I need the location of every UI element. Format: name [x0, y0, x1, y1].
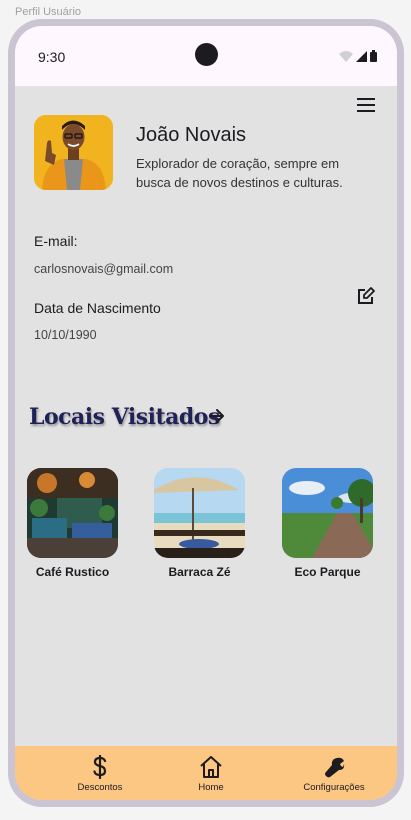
- section-title-visited: Locais Visitados: [29, 404, 220, 430]
- home-icon: [200, 756, 222, 778]
- birth-date-value: 10/10/1990: [34, 328, 97, 342]
- nav-item-configuracoes[interactable]: Configurações: [289, 754, 379, 793]
- bottom-nav: Descontos Home Configurações: [15, 746, 397, 800]
- nav-label: Descontos: [77, 782, 123, 793]
- avatar-image: [34, 115, 113, 190]
- edit-button[interactable]: [356, 287, 375, 306]
- place-image: [27, 468, 118, 558]
- status-bar: 9:30: [15, 26, 397, 86]
- battery-icon: [370, 50, 377, 62]
- camera-cutout: [195, 43, 218, 66]
- signal-icon: [356, 51, 367, 62]
- menu-icon-line: [357, 110, 375, 112]
- see-all-places-button[interactable]: [208, 407, 226, 425]
- place-card-eco-parque[interactable]: Eco Parque: [282, 468, 373, 579]
- dollar-icon: [93, 755, 107, 779]
- device-frame: 9:30 João Novais Explorador de coração, …: [8, 19, 404, 807]
- status-time: 9:30: [38, 49, 66, 65]
- place-card-barraca-ze[interactable]: Barraca Zé: [154, 468, 245, 579]
- place-name: Barraca Zé: [168, 565, 231, 579]
- nav-label: Configurações: [303, 782, 365, 793]
- nav-label: Home: [198, 782, 224, 793]
- place-image: [282, 468, 373, 558]
- nav-item-home[interactable]: Home: [166, 754, 256, 793]
- profile-name: João Novais: [136, 124, 247, 146]
- place-name: Eco Parque: [294, 565, 361, 579]
- menu-button[interactable]: [357, 98, 375, 112]
- status-icons: [339, 50, 377, 62]
- email-label: E-mail:: [34, 233, 78, 249]
- place-name: Café Rustico: [35, 565, 110, 579]
- screen: 9:30 João Novais Explorador de coração, …: [15, 26, 397, 800]
- arrow-right-icon: [209, 409, 224, 423]
- place-card-cafe-rustico[interactable]: Café Rustico: [27, 468, 118, 579]
- place-image: [154, 468, 245, 558]
- profile-bio: Explorador de coração, sempre em busca d…: [136, 156, 343, 190]
- wifi-icon: [339, 51, 353, 62]
- wrench-icon: [325, 757, 345, 778]
- birth-date-label: Data de Nascimento: [34, 300, 161, 316]
- menu-icon-line: [357, 104, 375, 106]
- frame-label: Perfil Usuário: [15, 6, 82, 18]
- edit-icon: [358, 287, 375, 304]
- email-value: carlosnovais@gmail.com: [34, 262, 174, 276]
- menu-icon: [357, 98, 375, 100]
- avatar: [34, 115, 113, 190]
- nav-item-descontos[interactable]: Descontos: [55, 754, 145, 793]
